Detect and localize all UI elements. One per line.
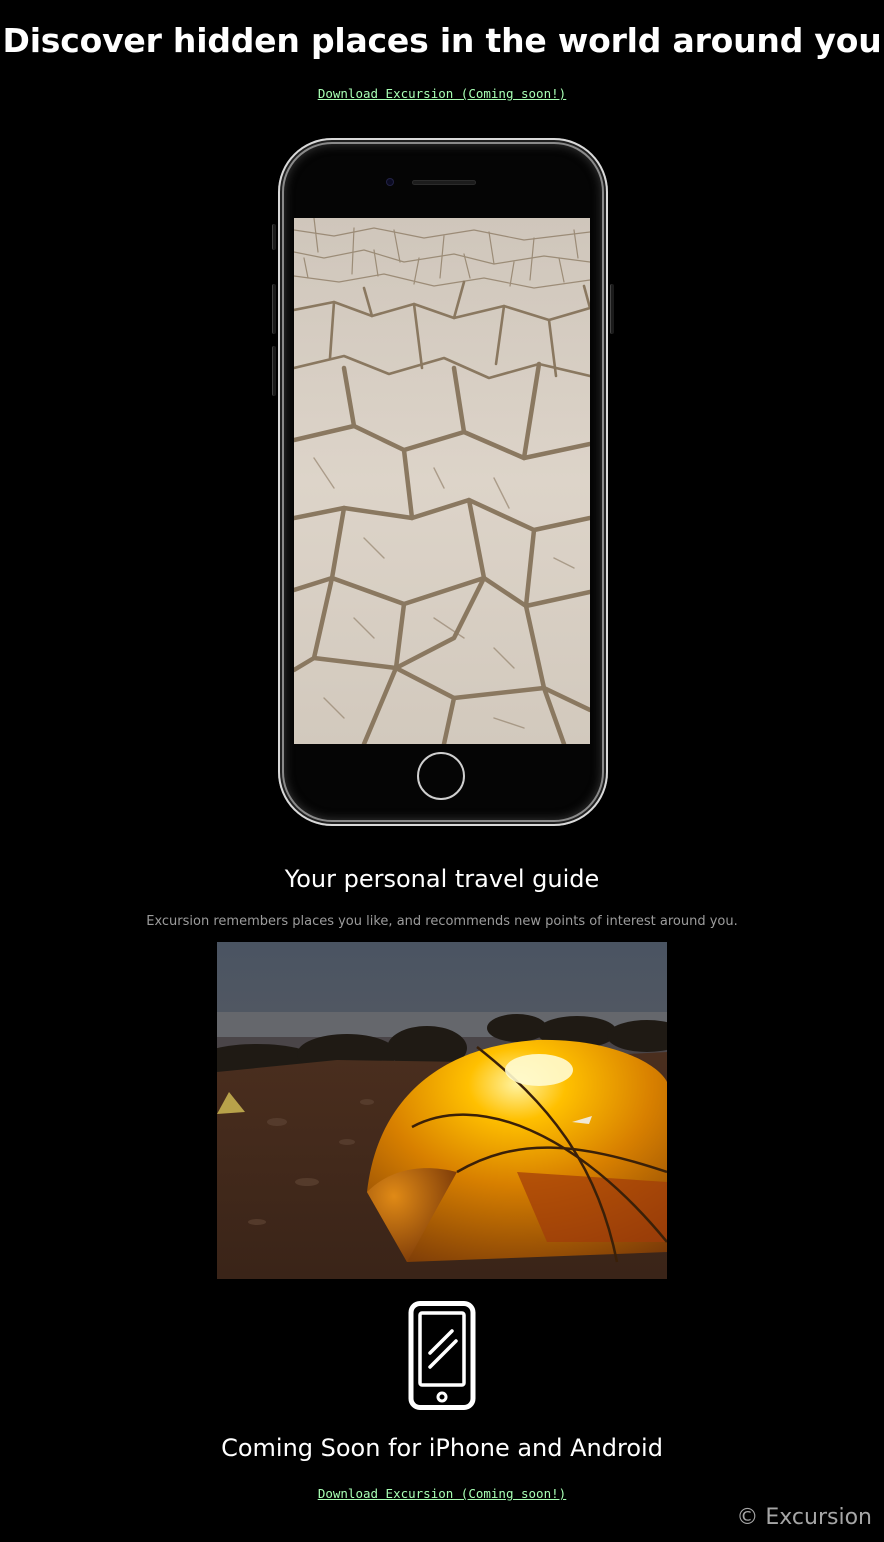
home-button (417, 752, 465, 800)
phone-silent-switch (272, 224, 276, 250)
phone-mockup (272, 138, 614, 826)
earpiece-speaker (412, 180, 476, 185)
phone-screen-image (294, 218, 590, 744)
download-link-top[interactable]: Download Excursion (Coming soon!) (318, 86, 566, 101)
phone-power-button (610, 284, 614, 334)
guide-title: Your personal travel guide (284, 865, 600, 893)
phone-volume-down-button (272, 346, 276, 396)
coming-soon-title: Coming Soon for iPhone and Android (221, 1434, 663, 1462)
tent-camp-photo (217, 942, 667, 1279)
download-link-bottom-wrapper: Download Excursion (Coming soon!) (0, 1486, 884, 1502)
copyright-text: © Excursion (736, 1505, 872, 1530)
glowing-tent-image (217, 942, 667, 1279)
download-link-top-wrapper: Download Excursion (Coming soon!) (0, 86, 884, 102)
phone-volume-up-button (272, 284, 276, 334)
hero-title: Discover hidden places in the world arou… (2, 21, 882, 60)
cracked-desert-ground-image (294, 218, 590, 744)
front-camera-icon (386, 178, 394, 186)
guide-description: Excursion remembers places you like, and… (146, 914, 738, 929)
smartphone-icon (408, 1301, 476, 1410)
download-link-bottom[interactable]: Download Excursion (Coming soon!) (318, 1486, 566, 1501)
